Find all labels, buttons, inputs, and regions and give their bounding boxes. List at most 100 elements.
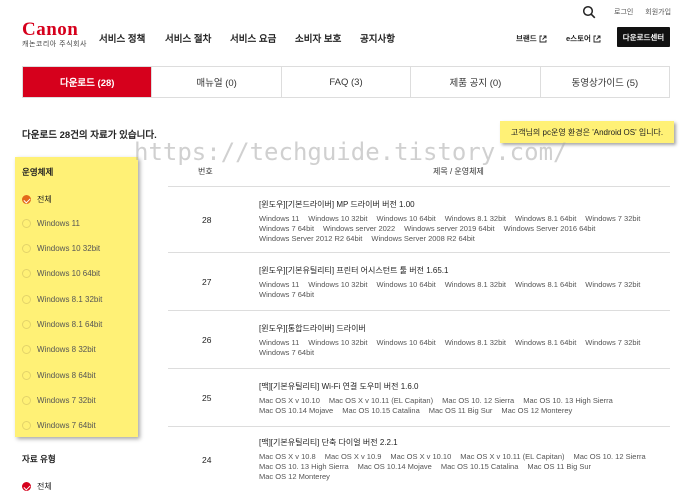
os-filter-option[interactable]: Windows 8 64bit [22, 371, 96, 380]
row-number: 24 [202, 455, 212, 465]
watermark-text: https://techguide.tistory.com/ [134, 138, 568, 166]
os-tag: Windows 8.1 32bit [444, 214, 506, 223]
os-tag: Windows server 2019 64bit [404, 224, 495, 233]
os-tag: Mac OS 10.14 Mojave [259, 406, 334, 415]
os-tag: Mac OS X v 10.11 (EL Capitan) [460, 452, 565, 461]
row-title[interactable]: [맥][기본유틸리티] 단축 다이얼 버전 2.2.1 [259, 437, 664, 448]
table-row[interactable]: 26 [윈도우][통합드라이버] 드라이버 Windows 11 Windows… [168, 311, 670, 369]
os-tag: Windows Server 2008 R2 64bit [371, 234, 475, 243]
row-content: [맥][기본유틸리티] Wi-Fi 연결 도우미 버전 1.6.0 Mac OS… [259, 381, 664, 416]
estore-link[interactable]: e스토어 [566, 33, 616, 44]
type-filter-label: 전체 [37, 482, 52, 491]
os-tag: Mac OS 10. 13 High Sierra [259, 462, 349, 471]
radio-icon [22, 421, 31, 430]
os-filter-option[interactable]: Windows 8.1 32bit [22, 295, 102, 304]
os-tag: Mac OS 10.15 Catalina [440, 462, 519, 471]
tab-download[interactable]: 다운로드 (28) [23, 67, 152, 97]
row-content: [윈도우][통합드라이버] 드라이버 Windows 11 Windows 10… [259, 323, 664, 358]
table-row[interactable]: 28 [윈도우][기본드라이버] MP 드라이버 버전 1.00 Windows… [168, 187, 670, 253]
os-tag: Windows 8.1 64bit [515, 280, 577, 289]
table-row[interactable]: 25 [맥][기본유틸리티] Wi-Fi 연결 도우미 버전 1.6.0 Mac… [168, 369, 670, 427]
os-filter-option[interactable]: Windows 7 64bit [22, 421, 96, 430]
logo-wordmark: Canon [22, 19, 79, 40]
os-filter-option[interactable]: Windows 8 32bit [22, 345, 96, 354]
tab-faq[interactable]: FAQ (3) [280, 67, 410, 97]
row-number: 28 [202, 215, 212, 225]
os-filter-label: Windows 8 64bit [37, 371, 96, 380]
row-title[interactable]: [맥][기본유틸리티] Wi-Fi 연결 도우미 버전 1.6.0 [259, 381, 664, 392]
os-tag: Windows 7 32bit [585, 338, 641, 347]
os-filter-option[interactable]: 전체 [22, 194, 52, 205]
os-filter-label: Windows 10 64bit [37, 269, 101, 278]
os-tag: Windows 10 32bit [308, 338, 368, 347]
nav-service-policy[interactable]: 서비스 정책 [99, 31, 165, 45]
row-title[interactable]: [윈도우][기본드라이버] MP 드라이버 버전 1.00 [259, 199, 664, 210]
os-filter-label: 전체 [37, 195, 52, 204]
os-tag: Windows 11 [259, 214, 300, 223]
os-tag: Mac OS X v 10.11 (EL Capitan) [328, 396, 434, 405]
os-tag: Windows 7 64bit [259, 348, 315, 357]
row-content: [윈도우][기본드라이버] MP 드라이버 버전 1.00 Windows 11… [259, 199, 664, 244]
site-header: Canon 캐논코리아 주식회사 서비스 정책 서비스 절차 서비스 요금 소비… [0, 0, 700, 58]
nav-consumer-protection[interactable]: 소비자 보호 [295, 31, 360, 45]
type-filter-option[interactable]: 전체 [22, 481, 52, 492]
login-link[interactable]: 로그인 [614, 9, 633, 16]
radio-checked-icon [22, 482, 31, 491]
os-tag: Windows 8.1 32bit [444, 280, 506, 289]
tab-product-notice[interactable]: 제품 공지 (0) [410, 67, 539, 97]
radio-icon [22, 371, 31, 380]
os-tag: Windows 8.1 64bit [515, 338, 577, 347]
os-filter-option[interactable]: Windows 10 32bit [22, 244, 100, 253]
row-number: 26 [202, 335, 212, 345]
os-filter-label: Windows 8 32bit [37, 345, 96, 354]
account-links: 로그인 회원가입 [614, 7, 681, 17]
brand-link[interactable]: 브랜드 [516, 33, 566, 44]
radio-icon [22, 320, 31, 329]
os-filter-title: 운영체제 [22, 167, 54, 177]
nav-service-fee[interactable]: 서비스 요금 [230, 31, 295, 45]
row-title[interactable]: [윈도우][기본유틸리티] 프린터 어시스턴트 툴 버전 1.65.1 [259, 265, 664, 276]
estore-link-label: e스토어 [566, 34, 591, 43]
tab-video-guide[interactable]: 동영상가이드 (5) [539, 67, 669, 97]
nav-service-procedure[interactable]: 서비스 절차 [165, 31, 230, 45]
table-row[interactable]: 27 [윈도우][기본유틸리티] 프린터 어시스턴트 툴 버전 1.65.1 W… [168, 253, 670, 311]
os-filter-option[interactable]: Windows 7 32bit [22, 396, 96, 405]
signup-link[interactable]: 회원가입 [645, 9, 671, 16]
os-tag: Windows Server 2016 64bit [503, 224, 596, 233]
type-filter-title: 자료 유형 [22, 454, 56, 464]
search-icon[interactable] [582, 5, 596, 19]
radio-icon [22, 396, 31, 405]
result-prefix: 다운로드 [22, 130, 60, 141]
os-tag: Windows 8.1 32bit [444, 338, 506, 347]
os-tag: Mac OS 11 Big Sur [428, 406, 493, 415]
os-tag: Mac OS 12 Monterey [259, 472, 330, 481]
os-tag: Windows 8.1 64bit [515, 214, 577, 223]
brand-links: 브랜드 e스토어 [516, 33, 616, 44]
download-center-button[interactable]: 다운로드센터 [617, 27, 670, 47]
os-filter-option[interactable]: Windows 11 [22, 219, 80, 228]
radio-icon [22, 244, 31, 253]
canon-logo[interactable]: Canon 캐논코리아 주식회사 [22, 19, 87, 49]
os-filter-option[interactable]: Windows 10 64bit [22, 269, 100, 278]
os-filter-option[interactable]: Windows 8.1 64bit [22, 320, 102, 329]
table-row[interactable]: 24 [맥][기본유틸리티] 단축 다이얼 버전 2.2.1 Mac OS X … [168, 427, 670, 494]
radio-icon [22, 295, 31, 304]
os-tag: Windows 7 64bit [259, 224, 315, 233]
result-number: 28 [59, 130, 71, 141]
os-tag: Windows 7 32bit [585, 280, 641, 289]
external-link-icon [539, 35, 547, 42]
os-filter-label: Windows 7 64bit [37, 421, 96, 430]
radio-icon [22, 269, 31, 278]
os-tag: Windows server 2022 [323, 224, 396, 233]
os-tag: Windows 10 32bit [308, 280, 368, 289]
radio-icon [22, 345, 31, 354]
os-tag: Mac OS 11 Big Sur [527, 462, 592, 471]
nav-notice[interactable]: 공지사항 [360, 31, 395, 45]
row-os-list: Windows 11 Windows 10 32bit Windows 10 6… [259, 214, 664, 244]
os-tag: Mac OS 10.14 Mojave [357, 462, 432, 471]
row-number: 25 [202, 393, 212, 403]
row-title[interactable]: [윈도우][통합드라이버] 드라이버 [259, 323, 664, 334]
row-content: [윈도우][기본유틸리티] 프린터 어시스턴트 툴 버전 1.65.1 Wind… [259, 265, 664, 300]
os-tag: Mac OS 10. 13 High Sierra [523, 396, 613, 405]
tab-manual[interactable]: 매뉴얼 (0) [151, 67, 280, 97]
